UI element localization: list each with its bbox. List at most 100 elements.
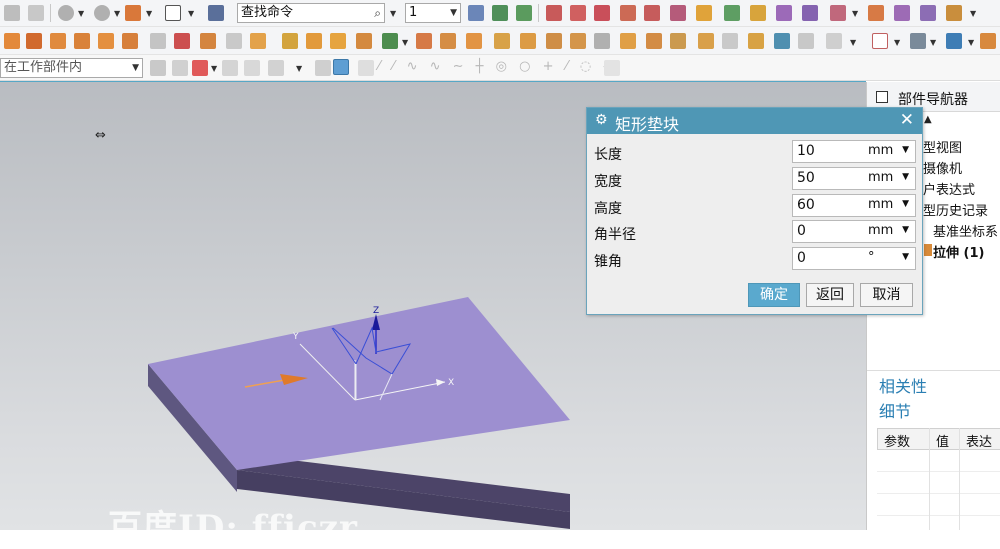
nav-item-cameras[interactable]: 摄像机: [923, 158, 962, 177]
select-all-icon[interactable]: [172, 60, 188, 76]
display-grid-icon[interactable]: [872, 33, 888, 49]
trim-icon[interactable]: [466, 33, 482, 49]
tube-icon[interactable]: [226, 33, 242, 49]
chamfer-icon[interactable]: [330, 33, 346, 49]
snap-existing-icon[interactable]: [724, 5, 740, 21]
sheet-icon[interactable]: [698, 33, 714, 49]
move-face-icon[interactable]: [646, 33, 662, 49]
column-header-value[interactable]: 值: [936, 431, 949, 450]
hole-icon[interactable]: [250, 33, 266, 49]
height-unit[interactable]: mm: [868, 197, 893, 212]
array-icon[interactable]: [416, 33, 432, 49]
chevron-down-icon[interactable]: ▼: [902, 145, 909, 155]
chevron-down-icon[interactable]: ▼: [211, 64, 217, 73]
point-icon[interactable]: [382, 33, 398, 49]
flange-icon[interactable]: [748, 33, 764, 49]
snap-arc-icon[interactable]: [670, 5, 686, 21]
curve-rule-icon[interactable]: [244, 60, 260, 76]
pin-icon[interactable]: [604, 60, 620, 76]
chevron-down-icon[interactable]: ▼: [968, 38, 974, 47]
taper-angle-value[interactable]: 0: [797, 250, 806, 266]
length-value[interactable]: 10: [797, 143, 815, 159]
dialog-title-bar[interactable]: ⚙ 矩形垫块 ✕: [587, 108, 922, 134]
render-style-icon[interactable]: [125, 5, 141, 21]
mirror-icon[interactable]: [440, 33, 456, 49]
pocket-icon[interactable]: [74, 33, 90, 49]
snap-mid-icon[interactable]: [594, 5, 610, 21]
pad-icon[interactable]: [98, 33, 114, 49]
chevron-down-icon[interactable]: ▼: [78, 9, 84, 18]
snap-tangent-icon[interactable]: [830, 5, 846, 21]
redo-icon[interactable]: [94, 5, 110, 21]
draft-icon[interactable]: [282, 33, 298, 49]
selection-scope-select[interactable]: 在工作部件内 ▼: [0, 58, 143, 78]
corner-radius-field[interactable]: 0 mm ▼: [792, 220, 916, 243]
chevron-down-icon[interactable]: ▼: [930, 38, 936, 47]
layer-select[interactable]: 1 ▼: [405, 3, 461, 23]
cut-icon[interactable]: [4, 5, 20, 21]
blend-icon[interactable]: [306, 33, 322, 49]
chevron-down-icon[interactable]: ▼: [296, 64, 302, 73]
search-icon[interactable]: ⌕: [374, 4, 381, 22]
copy-layer-icon[interactable]: [516, 5, 532, 21]
snap-quadrant-icon[interactable]: [696, 5, 712, 21]
cube-icon[interactable]: [980, 33, 996, 49]
sync-icon[interactable]: [670, 33, 686, 49]
snap-center-icon[interactable]: [802, 5, 818, 21]
undo-icon[interactable]: [58, 5, 74, 21]
taper-angle-field[interactable]: 0 ° ▼: [792, 247, 916, 270]
checkbox-icon[interactable]: [876, 91, 888, 103]
snap-intersect-icon[interactable]: [644, 5, 660, 21]
nav-item-model-history[interactable]: 型历史记录: [923, 200, 988, 219]
cancel-button[interactable]: 取消: [860, 283, 913, 307]
sew-icon[interactable]: [570, 33, 586, 49]
fit-view-icon[interactable]: [208, 5, 224, 21]
snap-face-icon[interactable]: [750, 5, 766, 21]
chevron-down-icon[interactable]: ▼: [132, 59, 139, 77]
chevron-down-icon[interactable]: ▼: [902, 252, 909, 262]
square-icon[interactable]: [165, 5, 181, 21]
slot-icon[interactable]: [122, 33, 138, 49]
nav-item-user-expressions[interactable]: 户表达式: [923, 179, 975, 198]
block-icon[interactable]: [4, 33, 20, 49]
chevron-down-icon[interactable]: ▼: [902, 199, 909, 209]
color-icon[interactable]: [910, 33, 926, 49]
select-red-icon[interactable]: [192, 60, 208, 76]
corner-radius-unit[interactable]: mm: [868, 223, 893, 238]
command-finder-input[interactable]: 查找命令 ⌕: [237, 3, 385, 23]
show-hide-icon[interactable]: [315, 60, 331, 76]
corner-radius-value[interactable]: 0: [797, 223, 806, 239]
snap-control-icon[interactable]: [620, 5, 636, 21]
column-header-parameter[interactable]: 参数: [884, 431, 910, 450]
selected-cube-icon[interactable]: [333, 59, 349, 75]
details-section-header[interactable]: 细节: [879, 398, 911, 422]
view-icon[interactable]: [774, 33, 790, 49]
column-header-expression[interactable]: 表达: [966, 431, 992, 450]
back-button[interactable]: 返回: [806, 283, 854, 307]
filter-icon[interactable]: [150, 60, 166, 76]
nav-item-datum-csys[interactable]: 基准坐标系: [933, 221, 998, 240]
length-unit[interactable]: mm: [868, 143, 893, 158]
dependencies-section-header[interactable]: 相关性: [879, 373, 927, 397]
chevron-down-icon[interactable]: ▼: [902, 172, 909, 182]
chevron-down-icon[interactable]: ▼: [188, 9, 194, 18]
measure-icon[interactable]: [868, 5, 884, 21]
chevron-down-icon[interactable]: ▼: [450, 4, 457, 22]
shade-icon[interactable]: [826, 33, 842, 49]
sphere-icon[interactable]: [200, 33, 216, 49]
offset-icon[interactable]: [520, 33, 536, 49]
chevron-down-icon[interactable]: ▼: [114, 9, 120, 18]
copy-icon[interactable]: [28, 5, 44, 21]
snap-toolbar-icon[interactable]: [358, 60, 374, 76]
close-icon[interactable]: ✕: [900, 110, 914, 130]
chevron-down-icon[interactable]: ▼: [146, 9, 152, 18]
ok-button[interactable]: 确定: [748, 283, 800, 307]
chevron-down-icon[interactable]: ▼: [970, 9, 976, 18]
bend-icon[interactable]: [722, 33, 738, 49]
chevron-down-icon[interactable]: ▼: [852, 9, 858, 18]
distance-icon[interactable]: [920, 5, 936, 21]
box-view-icon[interactable]: [946, 33, 962, 49]
split-icon[interactable]: [494, 33, 510, 49]
width-value[interactable]: 50: [797, 170, 815, 186]
nav-item-model-views[interactable]: 型视图: [923, 137, 962, 156]
